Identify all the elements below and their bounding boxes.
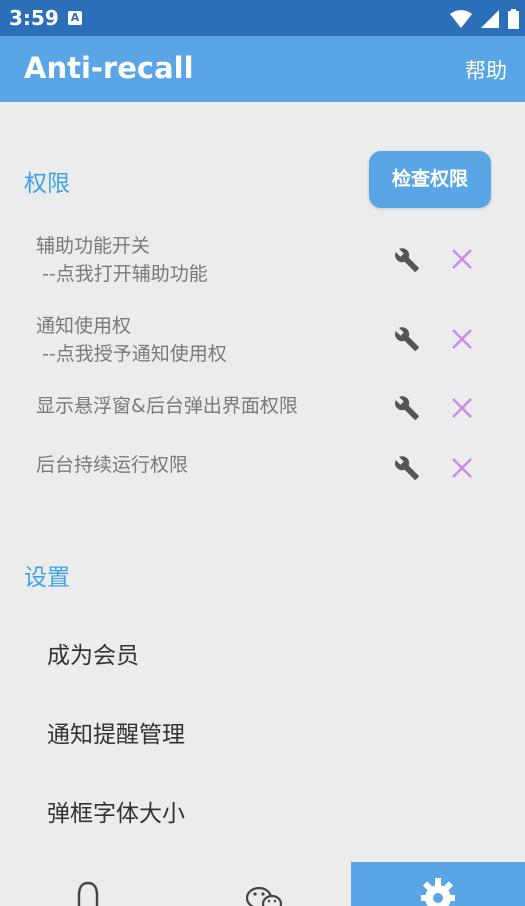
wrench-icon[interactable] (394, 455, 420, 481)
wechat-icon (246, 886, 282, 906)
permissions-section-title: 权限 (24, 171, 70, 197)
nav-item-wechat[interactable] (175, 862, 351, 906)
wifi-icon (449, 9, 472, 28)
nav-item-settings[interactable] (351, 862, 525, 906)
help-button[interactable]: 帮助 (465, 55, 507, 85)
permission-background-text[interactable]: 后台持续运行权限 (36, 451, 188, 479)
status-icons (446, 8, 519, 29)
setting-become-member[interactable]: 成为会员 (47, 636, 139, 670)
wrench-icon[interactable] (394, 395, 420, 421)
app-bar: Anti-recall 帮助 (0, 36, 525, 102)
penguin-icon (77, 881, 99, 906)
close-icon[interactable] (450, 247, 474, 271)
check-permissions-button[interactable]: 检查权限 (369, 151, 491, 208)
signal-icon (480, 9, 499, 28)
permission-accessibility-text[interactable]: 辅助功能开关 --点我打开辅助功能 (36, 232, 208, 288)
app-title: Anti-recall (24, 51, 194, 85)
setting-dialog-font-size[interactable]: 弹框字体大小 (47, 794, 185, 828)
status-bar: 3:59 A (0, 0, 525, 36)
gear-icon (421, 878, 455, 906)
settings-section-title: 设置 (24, 565, 70, 591)
close-icon[interactable] (450, 456, 474, 480)
wrench-icon[interactable] (394, 326, 420, 352)
battery-icon (508, 8, 519, 29)
wrench-icon[interactable] (394, 247, 420, 273)
permission-overlay-text[interactable]: 显示悬浮窗&后台弹出界面权限 (36, 392, 298, 420)
close-icon[interactable] (450, 327, 474, 351)
permission-notification-text[interactable]: 通知使用权 --点我授予通知使用权 (36, 312, 227, 368)
notification-a-icon: A (68, 11, 82, 25)
bottom-nav (0, 862, 525, 906)
nav-item-qq[interactable] (0, 862, 175, 906)
close-icon[interactable] (450, 396, 474, 420)
status-time: 3:59 (9, 6, 59, 30)
setting-notification-management[interactable]: 通知提醒管理 (47, 715, 185, 749)
